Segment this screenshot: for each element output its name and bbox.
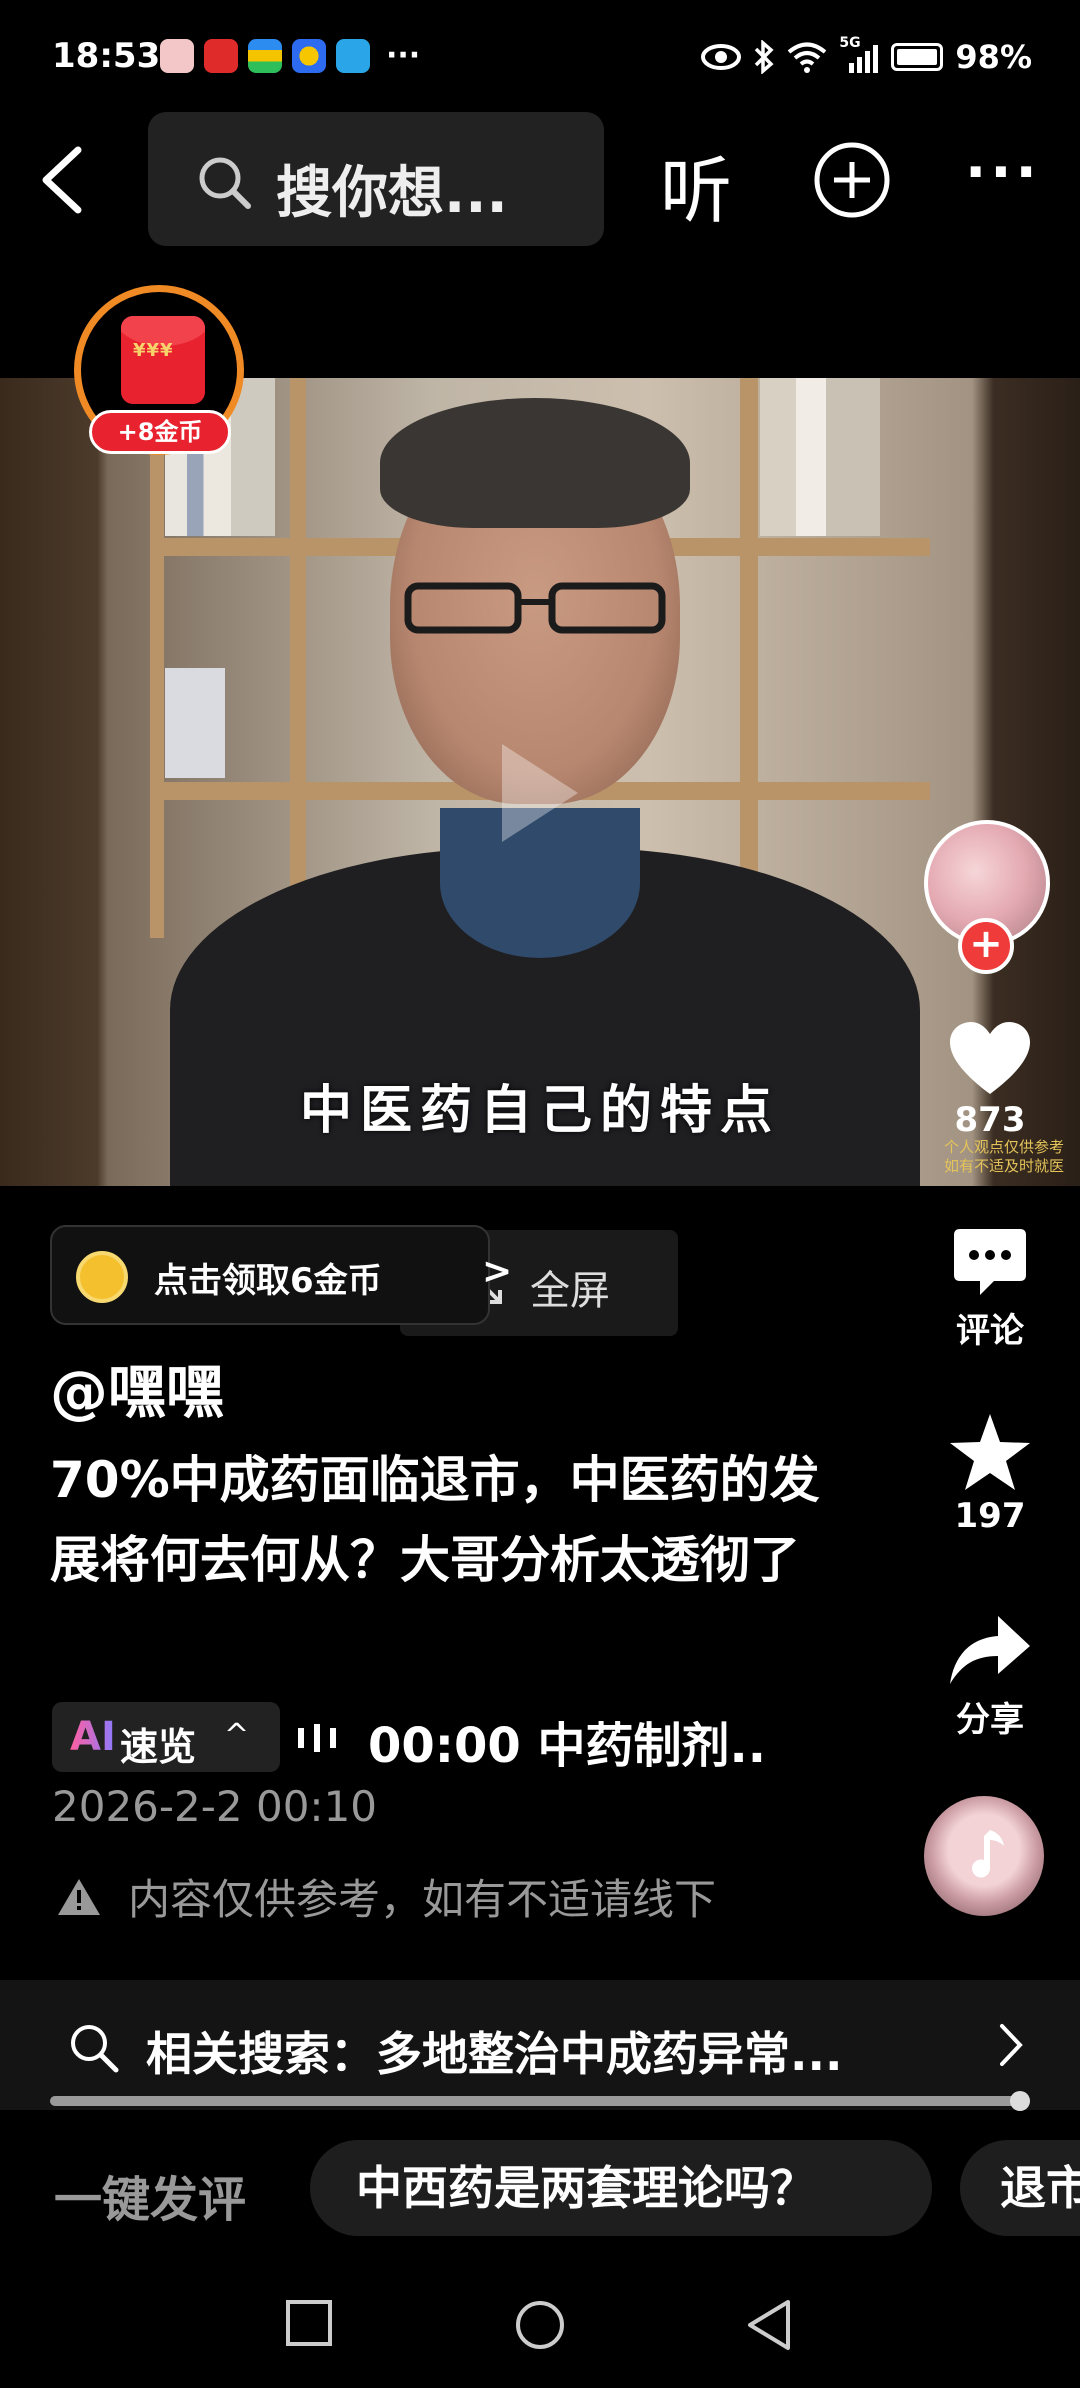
chevron-right-icon [1000,2024,1023,2066]
ai-summary-button[interactable]: AI 速览 ^ [52,1702,280,1772]
speaker-glasses [404,582,666,634]
quick-comment-label: 一键发评 [54,2172,247,2228]
bookshelf-background [740,378,758,938]
comment-button[interactable]: 评论 [930,1225,1050,1352]
author-name[interactable]: @嘿嘿 [50,1345,224,1429]
status-app-icons: ··· [160,38,420,73]
status-indicators: 5G 98% [701,35,1032,76]
share-arrow-icon [950,1616,1030,1684]
bookshelf-background [290,378,306,938]
video-watermark: 个人观点仅供参考 如有不适及时就医 [944,1138,1064,1176]
favorite-button[interactable]: 197 [930,1412,1050,1536]
status-more-icon: ··· [386,38,421,73]
share-label: 分享 [956,1700,1024,1740]
follow-plus-icon[interactable]: + [958,918,1014,974]
gold-coin-icon [76,1251,128,1303]
music-note-icon [972,1830,1004,1878]
red-packet-icon: ¥¥¥ [121,316,205,404]
disclaimer-notice: 内容仅供参考，如有不适请线下 [56,1866,716,1927]
cellular-signal-icon: 5G [839,35,879,73]
disclaimer-text: 内容仅供参考，如有不适请线下 [128,1875,717,1924]
video-player[interactable]: 中医药自己的特点 个人观点仅供参考 如有不适及时就医 [0,378,1080,1186]
speaker-hair [380,398,690,528]
video-progress-bar[interactable] [50,2091,1031,2111]
system-nav-bar [0,2270,1080,2388]
quick-comment-chip[interactable]: 退市 [960,2140,1080,2236]
chip-text: 中西药是两套理论吗？ [356,2161,816,2215]
chip-text: 退市 [1000,2161,1080,2215]
status-bar: 18:53 ··· 5G 98% [0,0,1080,110]
warning-icon [58,1878,100,1915]
search-placeholder: 搜你想... [276,161,508,226]
app-notification-icon [204,38,238,73]
home-icon[interactable] [513,2298,567,2352]
search-icon [71,2025,119,2073]
star-icon [950,1414,1030,1490]
packet-coins-icon: ¥¥¥ [133,340,174,361]
eye-icon [701,44,742,70]
battery-icon [891,43,944,71]
like-count: 873 [954,1100,1026,1140]
bluetooth-icon [755,40,774,74]
top-bar: 搜你想... 听 ··· [0,110,1080,250]
listen-button[interactable]: 听 [660,132,732,237]
app-notification-icon [248,38,282,73]
watermark-line: 个人观点仅供参考 [943,1138,1064,1156]
post-date: 2026-2-2 00:10 [52,1782,378,1831]
add-circle-icon[interactable] [812,140,892,220]
search-input[interactable]: 搜你想... [148,112,604,246]
app-notification-icon [292,38,326,73]
fullscreen-label: 全屏 [530,1268,610,1314]
video-title: 70%中成药面临退市，中医药的发展将何去何从？大哥分析太透彻了 [50,1451,820,1589]
ai-badge: AI [70,1714,116,1760]
chevron-up-icon: ^ [224,1718,250,1753]
search-icon [199,157,251,209]
claim-coins-label: 点击领取6金币 [154,1261,382,1301]
comment-label: 评论 [956,1311,1024,1351]
books-background [760,378,880,536]
battery-percent: 98% [955,38,1032,76]
wifi-icon [788,42,827,73]
progress-fill [50,2096,1021,2106]
chevron-right-icon: > [482,1251,513,1292]
video-subtitle: 中医药自己的特点 [299,1081,780,1141]
play-icon[interactable] [494,738,584,848]
network-type: 5G [839,35,861,51]
comment-icon [954,1229,1026,1295]
audio-wave-icon [298,1724,336,1752]
music-disc-icon[interactable] [924,1796,1044,1916]
more-options-button[interactable]: ··· [965,140,1041,205]
app-notification-icon [336,38,370,73]
ai-summary-label: 速览 [120,1725,197,1769]
watermark-line: 如有不适及时就医 [943,1157,1064,1175]
books-background [165,668,225,778]
like-button[interactable]: 873 [930,1020,1050,1140]
coin-reward-badge[interactable]: ¥¥¥ +8金币 [74,285,244,455]
favorite-count: 197 [954,1496,1026,1536]
recent-apps-icon[interactable] [284,2298,334,2348]
back-triangle-icon[interactable] [744,2298,794,2352]
related-search-bar[interactable]: 相关搜索：多地整治中成药异常... [0,1980,1080,2110]
related-search-text: 相关搜索：多地整治中成药异常... [146,2027,843,2081]
coin-reward-label: +8金币 [89,410,231,454]
audio-chapter-info[interactable]: 00:00 中药制剂.. [368,1706,766,1776]
status-time: 18:53 [52,36,161,76]
quick-comment-chip[interactable]: 中西药是两套理论吗？ [310,2140,932,2236]
heart-icon [950,1022,1030,1094]
app-notification-icon [160,38,194,73]
bookshelf-background [150,378,164,938]
share-button[interactable]: 分享 [930,1612,1050,1741]
back-arrow-icon[interactable] [28,140,98,220]
claim-coins-button[interactable]: 点击领取6金币 > [50,1225,512,1325]
